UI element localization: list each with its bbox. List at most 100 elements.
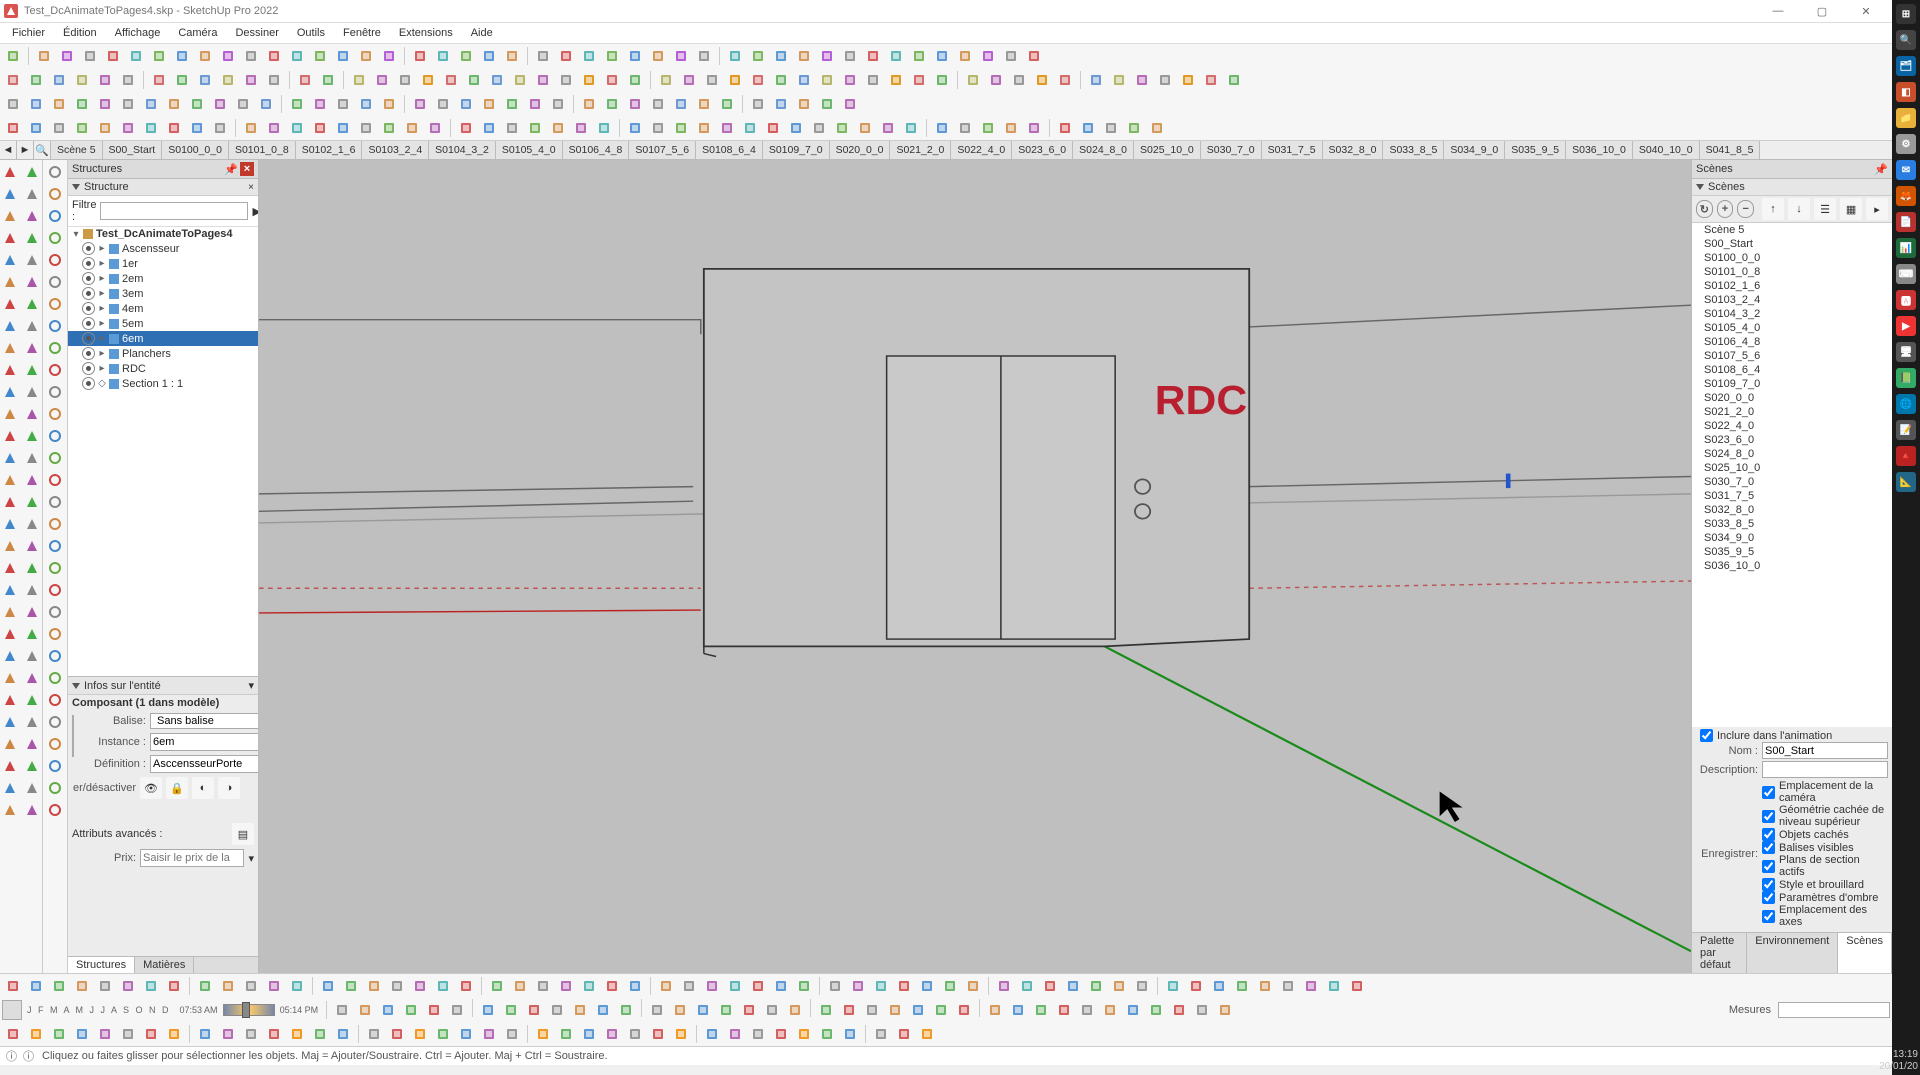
toolbar-button[interactable]: [186, 93, 208, 115]
toolbar-button[interactable]: [770, 93, 792, 115]
toolbar-button[interactable]: [693, 45, 715, 67]
toolbar-button[interactable]: [693, 117, 715, 139]
toolbar-button[interactable]: [140, 117, 162, 139]
scene-tab[interactable]: S040_10_0: [1633, 141, 1700, 159]
tool-button[interactable]: [0, 338, 20, 358]
toolbar-button[interactable]: [117, 1023, 139, 1045]
scene-item[interactable]: S00_Start: [1692, 237, 1892, 251]
toolbar-button[interactable]: [509, 975, 531, 997]
toolbar-button[interactable]: [839, 45, 861, 67]
toolbar-button[interactable]: [1000, 117, 1022, 139]
toolbar-button[interactable]: [747, 975, 769, 997]
toolbar-button[interactable]: [263, 975, 285, 997]
tool-button[interactable]: [0, 250, 20, 270]
scene-tab[interactable]: S025_10_0: [1134, 141, 1201, 159]
toolbar-button[interactable]: [117, 69, 139, 91]
shadow-toggle-icon[interactable]: [2, 1000, 22, 1020]
toolbar-button[interactable]: [286, 45, 308, 67]
toolbar-button[interactable]: [94, 1023, 116, 1045]
scene-tab[interactable]: S0108_6_4: [696, 141, 763, 159]
taskbar-icon[interactable]: 📝: [1896, 420, 1916, 440]
scene-item[interactable]: S036_10_0: [1692, 559, 1892, 573]
toolbar-button[interactable]: [432, 975, 454, 997]
aux-button[interactable]: [45, 250, 65, 270]
toolbar-button[interactable]: [908, 69, 930, 91]
tool-button[interactable]: [0, 294, 20, 314]
toolbar-button[interactable]: [861, 999, 883, 1021]
tool-button[interactable]: [22, 272, 42, 292]
toolbar-button[interactable]: [601, 1023, 623, 1045]
maximize-button[interactable]: ▢: [1800, 0, 1844, 22]
scene-item[interactable]: S0106_4_8: [1692, 335, 1892, 349]
toolbar-button[interactable]: [1054, 117, 1076, 139]
tool-button[interactable]: [0, 756, 20, 776]
toolbar-button[interactable]: [624, 975, 646, 997]
toolbar-button[interactable]: [693, 93, 715, 115]
toolbar-button[interactable]: [1323, 975, 1345, 997]
toolbar-button[interactable]: [394, 69, 416, 91]
tool-button[interactable]: [0, 778, 20, 798]
toolbar-button[interactable]: [25, 1023, 47, 1045]
tool-button[interactable]: [22, 624, 42, 644]
toolbar-button[interactable]: [523, 999, 545, 1021]
toolbar-button[interactable]: [163, 1023, 185, 1045]
toolbar-button[interactable]: [793, 45, 815, 67]
toolbar-button[interactable]: [808, 117, 830, 139]
toolbar-button[interactable]: [1077, 117, 1099, 139]
scene-item[interactable]: S030_7_0: [1692, 475, 1892, 489]
menu-outils[interactable]: Outils: [289, 25, 333, 41]
toolbar-button[interactable]: [501, 117, 523, 139]
tool-button[interactable]: [22, 338, 42, 358]
toolbar-button[interactable]: [1185, 975, 1207, 997]
toolbar-button[interactable]: [547, 93, 569, 115]
toolbar-button[interactable]: [71, 1023, 93, 1045]
system-clock[interactable]: 13:19 20/01/20: [1879, 1049, 1918, 1073]
toolbar-button[interactable]: [455, 117, 477, 139]
toolbar-button[interactable]: [2, 45, 24, 67]
tree-item[interactable]: ▸RDC: [68, 361, 258, 376]
toolbar-button[interactable]: [1076, 999, 1098, 1021]
toolbar-button[interactable]: [332, 117, 354, 139]
tree-item[interactable]: ▸3em: [68, 286, 258, 301]
scene-tab[interactable]: S0102_1_6: [296, 141, 363, 159]
toolbar-button[interactable]: [386, 975, 408, 997]
lock-toggle-icon[interactable]: 🔒: [166, 777, 188, 799]
aux-button[interactable]: [45, 800, 65, 820]
toolbar-button[interactable]: [1208, 975, 1230, 997]
aux-button[interactable]: [45, 558, 65, 578]
tool-button[interactable]: [22, 778, 42, 798]
toolbar-button[interactable]: [624, 93, 646, 115]
toolbar-button[interactable]: [1131, 975, 1153, 997]
toolbar-button[interactable]: [48, 93, 70, 115]
scene-tab[interactable]: S0106_4_8: [563, 141, 630, 159]
taskbar-icon[interactable]: 📄: [1896, 212, 1916, 232]
scene-save-checkbox[interactable]: [1762, 810, 1775, 823]
tool-button[interactable]: [22, 536, 42, 556]
toolbar-button[interactable]: [793, 93, 815, 115]
tool-button[interactable]: [0, 558, 20, 578]
tool-button[interactable]: [22, 734, 42, 754]
toolbar-button[interactable]: [916, 1023, 938, 1045]
toolbar-button[interactable]: [977, 45, 999, 67]
toolbar-button[interactable]: [71, 69, 93, 91]
toolbar-button[interactable]: [217, 45, 239, 67]
definition-input[interactable]: [150, 755, 258, 773]
toolbar-button[interactable]: [340, 975, 362, 997]
toolbar-button[interactable]: [854, 117, 876, 139]
toolbar-button[interactable]: [163, 117, 185, 139]
tool-button[interactable]: [0, 514, 20, 534]
tool-button[interactable]: [0, 668, 20, 688]
toolbar-button[interactable]: [171, 45, 193, 67]
toolbar-button[interactable]: [655, 975, 677, 997]
toolbar-button[interactable]: [547, 117, 569, 139]
toolbar-button[interactable]: [555, 45, 577, 67]
toolbar-button[interactable]: [501, 1023, 523, 1045]
aux-button[interactable]: [45, 646, 65, 666]
toolbar-button[interactable]: [240, 69, 262, 91]
toolbar-button[interactable]: [701, 1023, 723, 1045]
toolbar-button[interactable]: [1054, 69, 1076, 91]
scene-save-checkbox[interactable]: [1762, 841, 1775, 854]
toolbar-button[interactable]: [1085, 69, 1107, 91]
toolbar-button[interactable]: [1000, 45, 1022, 67]
toolbar-button[interactable]: [1146, 117, 1168, 139]
